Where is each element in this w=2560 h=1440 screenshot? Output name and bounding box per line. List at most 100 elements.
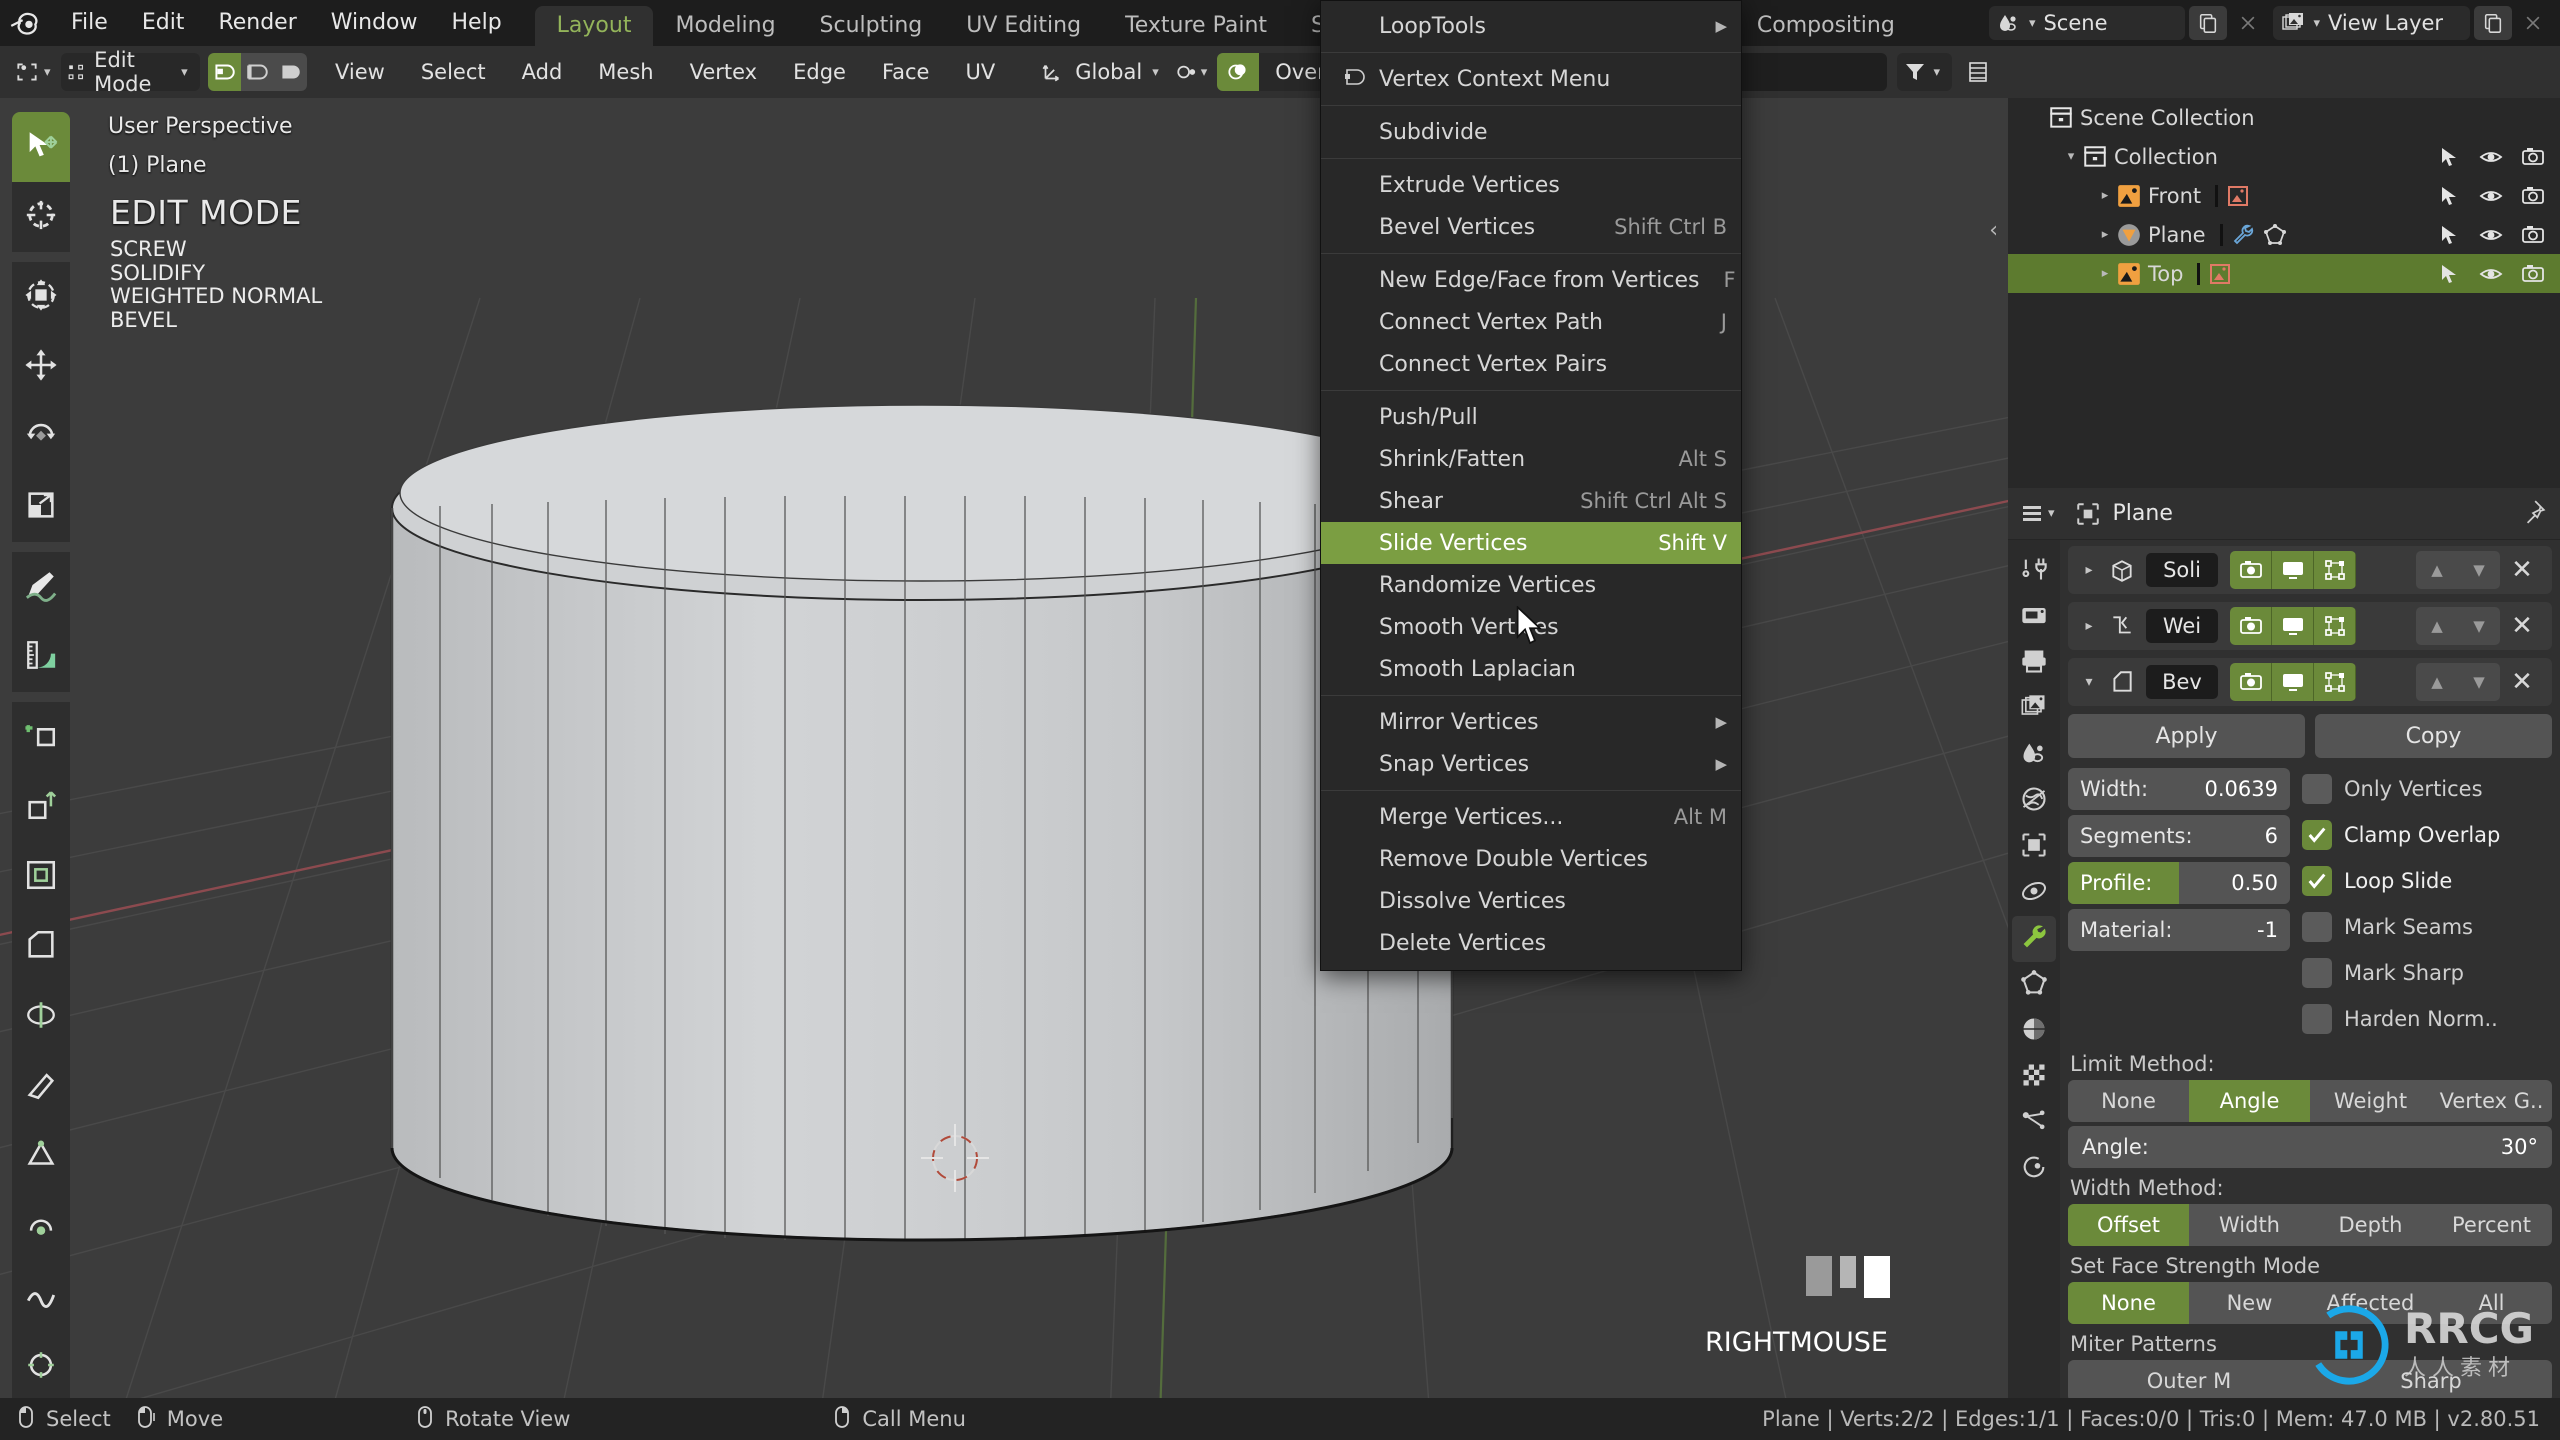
move-modifier-down-button[interactable]: ▼ (2458, 663, 2500, 701)
viewport-menu-face[interactable]: Face (864, 60, 948, 84)
viewport-icon[interactable] (2272, 607, 2314, 645)
shrink-fatten-tool[interactable] (12, 1332, 70, 1402)
face-strength-new[interactable]: New (2189, 1282, 2310, 1324)
modifier-expand-icon[interactable]: ▾ (2076, 674, 2102, 690)
menu-item-new-edge-face-from-vertices[interactable]: New Edge/Face from Vertices F (1321, 259, 1741, 301)
viewport-menu-uv[interactable]: UV (947, 60, 1013, 84)
limit-method-none[interactable]: None (2068, 1080, 2189, 1122)
render-icon[interactable] (2230, 607, 2272, 645)
limit-method-vertex-g[interactable]: Vertex G.. (2431, 1080, 2552, 1122)
modifier-name-field[interactable]: Soli (2146, 553, 2218, 587)
outliner-row-plane[interactable]: ▸ Plane (2008, 215, 2560, 254)
hide-in-viewport-icon[interactable] (2470, 262, 2512, 286)
filter-options-button[interactable]: ▾ (1897, 53, 1952, 91)
width-method-width[interactable]: Width (2189, 1204, 2310, 1246)
menu-item-mirror-vertices[interactable]: Mirror Vertices ▶ (1321, 701, 1741, 743)
menu-item-snap-vertices[interactable]: Snap Vertices ▶ (1321, 743, 1741, 785)
width-method-percent[interactable]: Percent (2431, 1204, 2552, 1246)
menu-item-vertex-context-menu[interactable]: Vertex Context Menu (1321, 58, 1741, 100)
outliner-row-front[interactable]: ▸ Front (2008, 176, 2560, 215)
scale-tool[interactable] (12, 472, 70, 542)
copy-button[interactable]: Copy (2315, 714, 2552, 758)
remove-view-layer-button[interactable] (2514, 6, 2552, 40)
view-layer-selector[interactable]: ▾ View Layer (2273, 6, 2470, 40)
measure-tool[interactable] (12, 622, 70, 692)
move-tool-group[interactable] (12, 262, 70, 332)
face-select-mode[interactable] (273, 53, 307, 91)
delete-modifier-button[interactable]: ✕ (2500, 557, 2544, 583)
workspace-tab-layout[interactable]: Layout (534, 6, 654, 46)
modifier-row-bev[interactable]: ▾ Bev ▲ ▼ ✕ (2068, 658, 2552, 706)
editmode-icon[interactable] (2314, 663, 2356, 701)
expand-triangle-icon[interactable]: ▸ (2094, 266, 2116, 281)
menu-item-randomize-vertices[interactable]: Randomize Vertices (1321, 564, 1741, 606)
move-modifier-down-button[interactable]: ▼ (2458, 607, 2500, 645)
bevel-segments-field[interactable]: Segments: 6 (2068, 815, 2290, 857)
viewport-menu-select[interactable]: Select (403, 60, 504, 84)
data-tab[interactable] (2012, 962, 2056, 1008)
modifier-wrench-icon[interactable] (2231, 223, 2255, 247)
outliner-row-scene-collection[interactable]: Scene Collection (2008, 98, 2560, 137)
disable-in-render-icon[interactable] (2512, 223, 2554, 247)
viewport-menu-view[interactable]: View (317, 60, 403, 84)
limit-method-angle[interactable]: Angle (2189, 1080, 2310, 1122)
disable-in-render-icon[interactable] (2512, 145, 2554, 169)
image-data-icon[interactable] (2208, 262, 2232, 286)
menu-item-bevel-vertices[interactable]: Bevel Vertices Shift Ctrl B (1321, 206, 1741, 248)
spin-tool[interactable] (12, 1192, 70, 1262)
selectable-toggle-icon[interactable] (2428, 223, 2470, 247)
render-tab[interactable] (2012, 594, 2056, 640)
menu-item-push-pull[interactable]: Push/Pull (1321, 396, 1741, 438)
sidebar-expand-arrow[interactable]: ‹ (1989, 218, 1998, 243)
modifier-row-soli[interactable]: ▸ Soli ▲ ▼ ✕ (2068, 546, 2552, 594)
mesh-data-icon[interactable] (2263, 223, 2287, 247)
menu-item-merge-vertices[interactable]: Merge Vertices... Alt M (1321, 796, 1741, 838)
checkbox[interactable] (2302, 958, 2332, 988)
disable-in-render-icon[interactable] (2512, 184, 2554, 208)
expand-triangle-icon[interactable]: ▸ (2094, 227, 2116, 242)
move-modifier-up-button[interactable]: ▲ (2416, 663, 2458, 701)
render-icon[interactable] (2230, 551, 2272, 589)
disable-in-render-icon[interactable] (2512, 262, 2554, 286)
annotate-tool[interactable] (12, 552, 70, 622)
delete-modifier-button[interactable]: ✕ (2500, 613, 2544, 639)
extrude-tool[interactable] (12, 772, 70, 842)
width-method-offset[interactable]: Offset (2068, 1204, 2189, 1246)
selectable-toggle-icon[interactable] (2428, 262, 2470, 286)
menu-item-extrude-vertices[interactable]: Extrude Vertices (1321, 164, 1741, 206)
modifier-expand-icon[interactable]: ▸ (2076, 618, 2102, 634)
hide-in-viewport-icon[interactable] (2470, 223, 2512, 247)
viewport-menu-vertex[interactable]: Vertex (672, 60, 776, 84)
checkbox-row-clamp-overlap[interactable]: Clamp Overlap (2302, 814, 2552, 856)
workspace-tab-sculpting[interactable]: Sculpting (798, 6, 945, 46)
modifier-tab[interactable] (2012, 916, 2056, 962)
vertex-select-mode[interactable] (207, 53, 241, 91)
menu-item-connect-vertex-path[interactable]: Connect Vertex Path J (1321, 301, 1741, 343)
new-view-layer-button[interactable] (2474, 6, 2512, 40)
modifier-expand-icon[interactable]: ▸ (2076, 562, 2102, 578)
top-menu-help[interactable]: Help (435, 0, 519, 46)
outliner-row-collection[interactable]: ▾ Collection (2008, 137, 2560, 176)
cursor-tool[interactable] (12, 182, 70, 252)
pin-icon[interactable] (2520, 499, 2554, 529)
workspace-tab-texture-paint[interactable]: Texture Paint (1103, 6, 1289, 46)
top-menu-render[interactable]: Render (201, 0, 313, 46)
outliner-options-icon[interactable] (1960, 53, 1996, 91)
particles-tab[interactable] (2012, 1100, 2056, 1146)
object-tab[interactable] (2012, 824, 2056, 870)
modifier-name-field[interactable]: Wei (2146, 609, 2218, 643)
checkbox[interactable] (2302, 820, 2332, 850)
selectable-toggle-icon[interactable] (2428, 184, 2470, 208)
render-icon[interactable] (2230, 663, 2272, 701)
loop-cut-tool[interactable] (12, 982, 70, 1052)
checkbox-row-harden-norm[interactable]: Harden Norm.. (2302, 998, 2552, 1040)
bevel-angle-field[interactable]: Angle: 30° (2068, 1126, 2552, 1168)
rotate-tool[interactable] (12, 402, 70, 472)
hide-in-viewport-icon[interactable] (2470, 184, 2512, 208)
menu-item-smooth-laplacian[interactable]: Smooth Laplacian (1321, 648, 1741, 690)
checkbox-row-mark-seams[interactable]: Mark Seams (2302, 906, 2552, 948)
proportional-edit-button[interactable]: ▾ (1169, 53, 1214, 91)
new-scene-button[interactable] (2189, 6, 2228, 40)
workspace-tab-uv-editing[interactable]: UV Editing (944, 6, 1103, 46)
editmode-icon[interactable] (2314, 551, 2356, 589)
